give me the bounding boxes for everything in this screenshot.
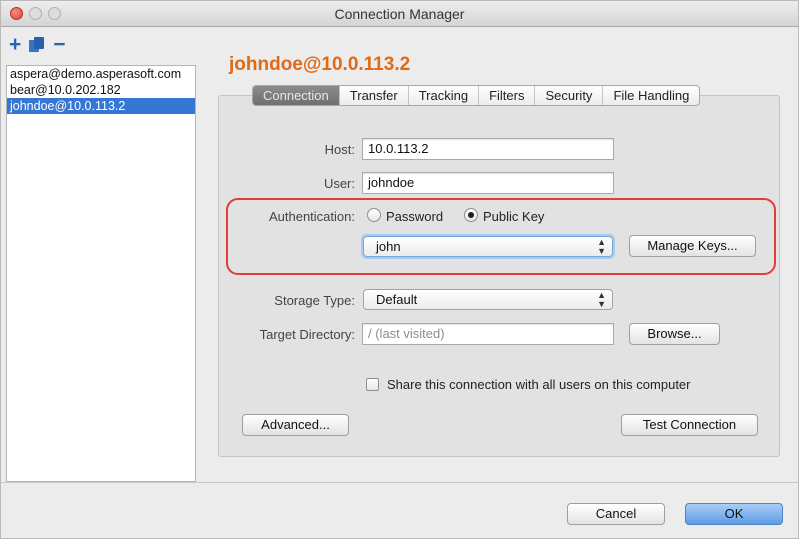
select-arrows-icon: ▲ ▼	[597, 237, 606, 256]
manage-keys-button[interactable]: Manage Keys...	[629, 235, 756, 257]
public-key-radio-label[interactable]: Public Key	[483, 209, 544, 224]
title-bar: Connection Manager	[1, 1, 798, 27]
test-connection-button[interactable]: Test Connection	[621, 414, 758, 436]
cancel-button[interactable]: Cancel	[567, 503, 665, 525]
storage-type-select[interactable]: Default ▲ ▼	[363, 289, 613, 310]
host-label: Host:	[324, 142, 355, 157]
connection-item-aspera[interactable]: aspera@demo.asperasoft.com	[7, 66, 195, 82]
target-directory-field[interactable]: / (last visited)	[362, 323, 614, 345]
authentication-label: Authentication:	[268, 209, 355, 224]
user-label: User:	[323, 176, 355, 191]
connection-list[interactable]: aspera@demo.asperasoft.com bear@10.0.202…	[6, 65, 196, 482]
select-arrows-icon: ▲ ▼	[597, 290, 606, 309]
storage-type-value: Default	[376, 292, 418, 307]
password-radio-label[interactable]: Password	[386, 209, 443, 224]
tab-tracking[interactable]: Tracking	[409, 86, 480, 105]
public-key-radio[interactable]	[464, 208, 478, 222]
window-title: Connection Manager	[334, 6, 465, 22]
target-directory-label: Target Directory:	[259, 327, 355, 342]
footer-divider	[1, 482, 798, 483]
connection-item-bear[interactable]: bear@10.0.202.182	[7, 82, 195, 98]
sidebar-toolbar: + −	[9, 34, 66, 56]
tab-filters[interactable]: Filters	[479, 86, 536, 105]
remove-connection-icon[interactable]: −	[53, 34, 65, 55]
browse-button[interactable]: Browse...	[629, 323, 720, 345]
tab-connection[interactable]: Connection	[253, 86, 340, 105]
advanced-button[interactable]: Advanced...	[242, 414, 349, 436]
storage-type-label: Storage Type:	[274, 293, 355, 308]
share-connection-checkbox[interactable]	[366, 378, 379, 391]
connection-title: johndoe@10.0.113.2	[229, 54, 411, 75]
duplicate-connection-icon[interactable]	[29, 37, 45, 53]
tab-transfer[interactable]: Transfer	[340, 86, 409, 105]
key-select-value: john	[376, 239, 401, 254]
tab-bar: Connection Transfer Tracking Filters Sec…	[252, 85, 701, 106]
ok-button[interactable]: OK	[685, 503, 783, 525]
key-select[interactable]: john ▲ ▼	[363, 236, 613, 257]
share-connection-label[interactable]: Share this connection with all users on …	[387, 377, 691, 392]
password-radio[interactable]	[367, 208, 381, 222]
connection-manager-window: Connection Manager + − aspera@demo.asper…	[0, 0, 799, 539]
tab-security[interactable]: Security	[535, 86, 604, 105]
add-connection-icon[interactable]: +	[9, 34, 21, 55]
tab-file-handling[interactable]: File Handling	[603, 86, 699, 105]
connection-item-johndoe[interactable]: johndoe@10.0.113.2	[7, 98, 195, 114]
user-field[interactable]: johndoe	[362, 172, 614, 194]
host-field[interactable]: 10.0.113.2	[362, 138, 614, 160]
